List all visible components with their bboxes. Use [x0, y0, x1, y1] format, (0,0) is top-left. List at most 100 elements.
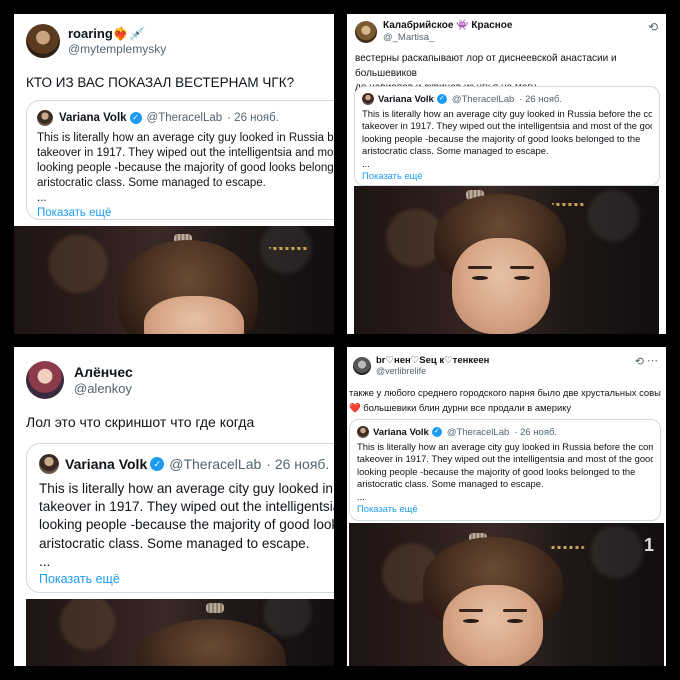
quote-line: aristocratic class. Some managed to esca…	[357, 478, 544, 490]
quote-line: takeover in 1917. They wiped out the int…	[37, 146, 334, 159]
brow	[503, 609, 527, 612]
quote-tweet[interactable]: Variana Volk ✓ @TheracelLab · 26 нояб. T…	[26, 100, 334, 220]
repost-icon[interactable]: ⟲	[635, 355, 644, 368]
user-avatar-icon[interactable]	[353, 357, 371, 376]
quote-tweet[interactable]: Variana Volk ✓ @TheracelLab · 26 нояб. T…	[26, 443, 334, 593]
quote-header: Variana Volk ✓ @TheracelLab · 26 нояб.	[37, 110, 334, 126]
quote-tweet[interactable]: Variana Volk ✓ @TheracelLab · 26 нояб. T…	[354, 86, 660, 186]
quote-line: takeover in 1917. They wiped out the int…	[39, 499, 334, 515]
quote-line: takeover in 1917. They wiped out the int…	[357, 453, 653, 465]
verified-badge-icon: ✓	[436, 94, 447, 104]
quote-date: · 26 нояб.	[514, 426, 558, 438]
user-handle[interactable]: @mytemplemysky	[68, 42, 166, 56]
quote-line: This is literally how an average city gu…	[37, 132, 334, 144]
ellipsis: ...	[37, 191, 47, 204]
necklace	[549, 543, 585, 549]
tweet-text: КТО ИЗ ВАС ПОКАЗАЛ ВЕСТЕРНАМ ЧГК?	[26, 75, 295, 90]
quote-handle: @TheracelLab	[446, 426, 510, 438]
quote-header: Variana Volk ✓ @TheracelLab · 26 нояб.	[39, 454, 334, 474]
tweet-text: Лол это что скриншот что где когда	[26, 414, 255, 430]
channel-logo: 1	[643, 535, 654, 555]
quote-line: looking people -because the majority of …	[37, 161, 334, 174]
brow	[510, 266, 534, 269]
quote-author-name: Variana Volk	[373, 426, 429, 438]
quote-line: This is literally how an average city gu…	[357, 441, 653, 452]
face	[452, 238, 550, 334]
quote-handle: @TheracelLab	[146, 112, 223, 124]
repost-icon[interactable]: ⟲	[648, 20, 658, 34]
ellipsis: ...	[362, 157, 370, 169]
eye	[514, 276, 530, 280]
user-avatar-icon[interactable]	[355, 20, 377, 43]
display-name[interactable]: Алёнчес	[74, 364, 133, 381]
ellipsis: ...	[39, 553, 51, 569]
quote-avatar-icon	[362, 93, 374, 105]
tweet-text: также у любого среднего городского парня…	[349, 385, 661, 415]
quote-author-name: Variana Volk	[378, 93, 434, 105]
post-header: roaring❤️‍🔥💉 @mytemplemysky	[26, 24, 166, 58]
necklace	[552, 200, 586, 206]
show-more-link[interactable]: Показать ещё	[37, 206, 334, 219]
quote-line: takeover in 1917. They wiped out the int…	[362, 120, 652, 132]
user-handle[interactable]: @verlibrelife	[376, 366, 489, 377]
eye	[507, 619, 523, 623]
quoted-photo	[354, 186, 659, 334]
display-name[interactable]: roaring❤️‍🔥💉	[68, 26, 166, 42]
more-icon[interactable]: ⋯	[647, 354, 658, 367]
eye	[463, 619, 479, 623]
verified-badge-icon: ✓	[431, 427, 442, 437]
quote-line: looking people -because the majority of …	[357, 465, 636, 477]
tweet-line: ❤️ большевики блин дурни все продали в а…	[349, 402, 572, 414]
quote-handle: @TheracelLab	[451, 93, 515, 105]
user-handle[interactable]: @_Martisa_	[383, 32, 512, 43]
post-header: Алёнчес @alenkoy	[26, 361, 133, 399]
verified-badge-icon: ✓	[129, 112, 142, 124]
quote-body: This is literally how an average city gu…	[362, 108, 652, 182]
quote-line: This is literally how an average city gu…	[362, 108, 652, 119]
eye	[472, 276, 488, 280]
quote-line: This is literally how an average city gu…	[39, 481, 334, 496]
display-name[interactable]: Калабрийское 👾 Красное	[383, 20, 512, 32]
quote-tweet[interactable]: Variana Volk ✓ @TheracelLab · 26 нояб. T…	[349, 419, 661, 521]
quote-header: Variana Volk ✓ @TheracelLab · 26 нояб.	[357, 426, 653, 438]
post-header: br♡нен♡Sец к♡тенкеен @verlibrelife	[353, 355, 489, 377]
quote-line: aristocratic class. Some managed to esca…	[37, 176, 266, 189]
quote-author-name: Variana Volk	[59, 112, 127, 124]
user-avatar-icon[interactable]	[26, 24, 60, 58]
screenshot-panel-4: br♡нен♡Sец к♡тенкеен @verlibrelife ⟲ ⋯ т…	[347, 347, 666, 666]
quoted-photo: 1	[349, 523, 664, 666]
face	[443, 585, 543, 666]
quote-body: This is literally how an average city gu…	[37, 131, 334, 219]
quoted-photo	[14, 226, 334, 334]
quote-date: · 26 нояб.	[266, 456, 330, 472]
brow	[459, 609, 483, 612]
decor	[206, 603, 224, 613]
necklace	[269, 244, 309, 250]
user-avatar-icon[interactable]	[26, 361, 64, 399]
quote-avatar-icon	[39, 454, 59, 474]
screenshot-panel-1: roaring❤️‍🔥💉 @mytemplemysky КТО ИЗ ВАС П…	[14, 14, 334, 334]
quote-body: This is literally how an average city gu…	[39, 480, 334, 588]
show-more-link[interactable]: Показать ещё	[357, 503, 653, 515]
screenshot-panel-2: Калабрийское 👾 Красное @_Martisa_ ⟲ вест…	[347, 14, 666, 334]
quote-body: This is literally how an average city gu…	[357, 441, 653, 515]
quote-handle: @TheracelLab	[169, 456, 262, 472]
verified-badge-icon: ✓	[150, 457, 165, 471]
quote-header: Variana Volk ✓ @TheracelLab · 26 нояб.	[362, 93, 652, 105]
tweet-line: вестерны раскапывают лор от диснеевской …	[355, 53, 617, 79]
quote-date: · 26 нояб.	[519, 93, 563, 105]
brow	[468, 266, 492, 269]
quote-line: aristocratic class. Some managed to esca…	[39, 535, 310, 551]
screenshot-panel-3: Алёнчес @alenkoy Лол это что скриншот чт…	[14, 347, 334, 666]
display-name[interactable]: br♡нен♡Sец к♡тенкеен	[376, 355, 489, 366]
user-handle[interactable]: @alenkoy	[74, 381, 133, 397]
post-header: Калабрийское 👾 Красное @_Martisa_	[355, 20, 512, 43]
tweet-line: также у любого среднего городского парня…	[349, 387, 661, 398]
show-more-link[interactable]: Показать ещё	[362, 170, 652, 182]
show-more-link[interactable]: Показать ещё	[39, 571, 334, 588]
quote-date: · 26 нояб.	[227, 112, 279, 124]
quote-avatar-icon	[37, 110, 53, 126]
ellipsis: ...	[357, 490, 365, 502]
quote-line: looking people -because the majority of …	[362, 132, 641, 144]
quoted-photo	[26, 599, 334, 666]
